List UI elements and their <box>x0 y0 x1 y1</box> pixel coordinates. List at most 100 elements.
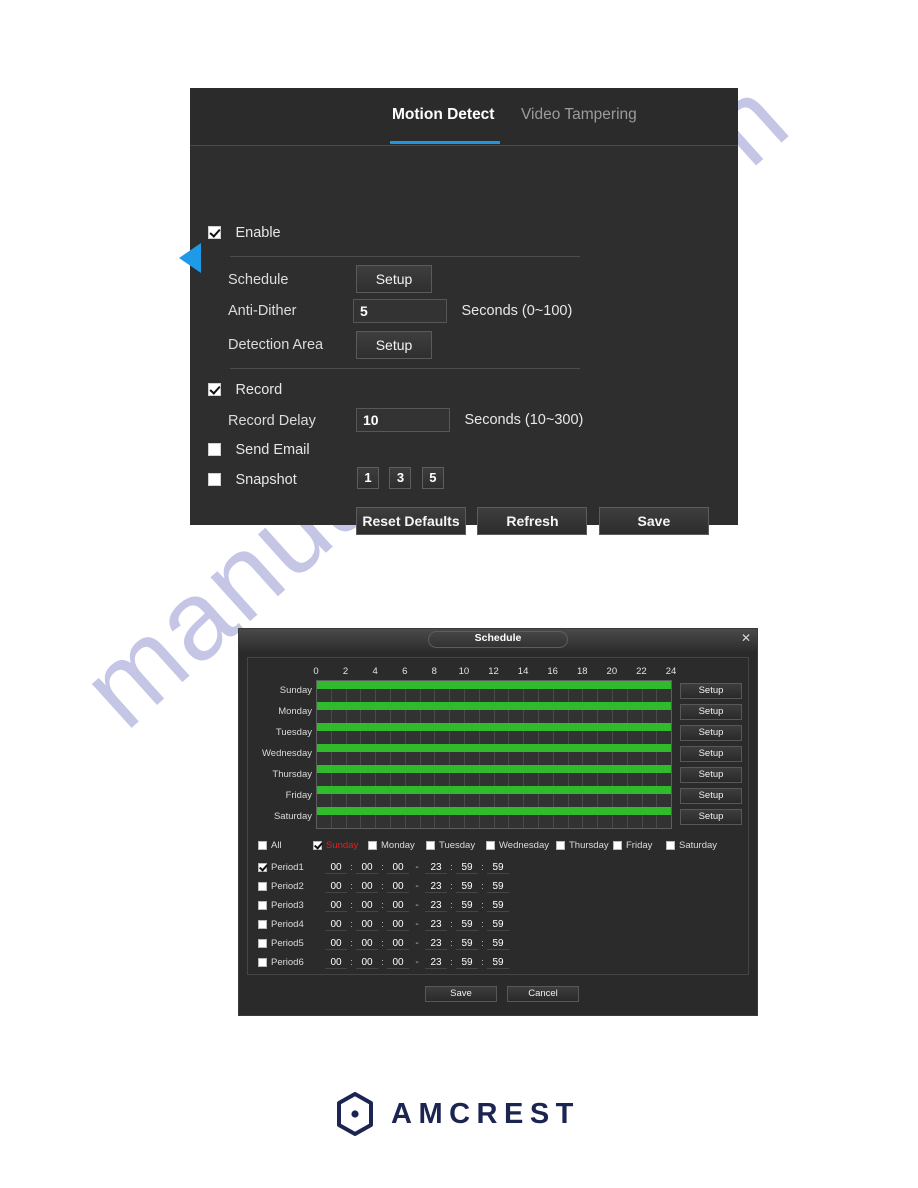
schedule-hour-cell[interactable] <box>331 752 347 765</box>
schedule-hour-cell[interactable] <box>524 731 539 744</box>
record-checkbox[interactable] <box>208 383 221 397</box>
schedule-hour-cell[interactable] <box>450 710 465 723</box>
snapshot-checkbox[interactable] <box>208 473 221 487</box>
schedule-hour-cell[interactable] <box>657 731 672 744</box>
schedule-hour-cell[interactable] <box>598 773 613 786</box>
anti-dither-input[interactable]: 5 <box>353 299 447 323</box>
schedule-hour-cell[interactable] <box>464 710 480 723</box>
schedule-hour-cell[interactable] <box>317 752 332 765</box>
schedule-hour-cell[interactable] <box>627 710 643 723</box>
snapshot-option-3[interactable]: 3 <box>389 467 412 489</box>
schedule-hour-cell[interactable] <box>612 710 628 723</box>
day-filter-checkbox-all[interactable]: All <box>258 840 282 851</box>
day-setup-button[interactable]: Setup <box>680 788 742 804</box>
schedule-hour-cell[interactable] <box>657 794 672 807</box>
schedule-setup-button[interactable]: Setup <box>356 265 432 293</box>
period-start-minute[interactable]: 00 <box>356 881 378 893</box>
schedule-hour-cell[interactable] <box>568 773 584 786</box>
period-end-second[interactable]: 59 <box>487 919 509 931</box>
period-checkbox[interactable] <box>258 901 267 911</box>
schedule-hour-cell[interactable] <box>509 794 525 807</box>
schedule-hour-cell[interactable] <box>568 815 584 828</box>
schedule-hour-cell[interactable] <box>612 689 628 702</box>
schedule-hour-cell[interactable] <box>538 794 554 807</box>
schedule-hour-cells[interactable] <box>317 731 672 744</box>
period-checkbox[interactable] <box>258 863 267 873</box>
checkbox[interactable] <box>613 841 622 850</box>
schedule-hour-cell[interactable] <box>657 773 672 786</box>
period-end-second[interactable]: 59 <box>487 938 509 950</box>
checkbox[interactable] <box>486 841 495 850</box>
period-end-minute[interactable]: 59 <box>456 957 478 969</box>
period-end-minute[interactable]: 59 <box>456 938 478 950</box>
schedule-hour-cell[interactable] <box>657 710 672 723</box>
schedule-hour-cell[interactable] <box>464 731 480 744</box>
schedule-hour-cell[interactable] <box>405 794 421 807</box>
schedule-hour-cell[interactable] <box>346 773 362 786</box>
schedule-hour-cell[interactable] <box>317 731 332 744</box>
schedule-hour-cell[interactable] <box>568 689 584 702</box>
period-start-hour[interactable]: 00 <box>325 881 347 893</box>
schedule-hour-cell[interactable] <box>598 815 613 828</box>
schedule-hour-cell[interactable] <box>524 773 539 786</box>
schedule-hour-cell[interactable] <box>479 731 495 744</box>
schedule-hour-cells[interactable] <box>317 710 672 723</box>
day-setup-button[interactable]: Setup <box>680 809 742 825</box>
schedule-hour-cell[interactable] <box>583 752 599 765</box>
day-filter-checkbox-friday[interactable]: Friday <box>613 840 652 851</box>
schedule-hour-cell[interactable] <box>583 731 599 744</box>
checkbox[interactable] <box>313 841 322 850</box>
schedule-hour-cell[interactable] <box>553 689 569 702</box>
schedule-hour-cell[interactable] <box>583 710 599 723</box>
save-button[interactable]: Save <box>598 507 709 535</box>
schedule-hour-cell[interactable] <box>553 773 569 786</box>
schedule-hour-cell[interactable] <box>479 794 495 807</box>
schedule-hour-cell[interactable] <box>435 731 451 744</box>
schedule-hour-cell[interactable] <box>598 689 613 702</box>
schedule-hour-cell[interactable] <box>464 773 480 786</box>
period-end-hour[interactable]: 23 <box>425 862 447 874</box>
schedule-hour-cell[interactable] <box>494 794 510 807</box>
period-end-second[interactable]: 59 <box>487 900 509 912</box>
schedule-hour-cell[interactable] <box>405 815 421 828</box>
schedule-hour-cell[interactable] <box>657 689 672 702</box>
schedule-hour-cell[interactable] <box>435 773 451 786</box>
period-checkbox[interactable] <box>258 939 267 949</box>
period-start-hour[interactable]: 00 <box>325 919 347 931</box>
schedule-hour-cell[interactable] <box>420 815 436 828</box>
period-start-hour[interactable]: 00 <box>325 957 347 969</box>
day-filter-checkbox-saturday[interactable]: Saturday <box>666 840 717 851</box>
schedule-hour-cell[interactable] <box>450 815 465 828</box>
schedule-hour-cell[interactable] <box>509 710 525 723</box>
day-setup-button[interactable]: Setup <box>680 704 742 720</box>
schedule-hour-cell[interactable] <box>317 710 332 723</box>
schedule-hour-cell[interactable] <box>568 731 584 744</box>
schedule-hour-cell[interactable] <box>538 689 554 702</box>
schedule-hour-cell[interactable] <box>317 689 332 702</box>
schedule-hour-cell[interactable] <box>376 752 391 765</box>
period-start-second[interactable]: 00 <box>387 900 409 912</box>
schedule-hour-cell[interactable] <box>568 752 584 765</box>
schedule-hour-cell[interactable] <box>627 752 643 765</box>
schedule-hour-cell[interactable] <box>627 815 643 828</box>
period-start-second[interactable]: 00 <box>387 881 409 893</box>
snapshot-option-5[interactable]: 5 <box>421 467 444 489</box>
schedule-hour-cell[interactable] <box>583 689 599 702</box>
schedule-hour-cell[interactable] <box>642 815 658 828</box>
period-checkbox[interactable] <box>258 958 267 968</box>
checkbox[interactable] <box>666 841 675 850</box>
period-end-hour[interactable]: 23 <box>425 900 447 912</box>
schedule-hour-cell[interactable] <box>420 794 436 807</box>
day-filter-checkbox-wednesday[interactable]: Wednesday <box>486 840 549 851</box>
enable-row[interactable]: Enable <box>208 224 281 242</box>
schedule-hour-cell[interactable] <box>583 815 599 828</box>
schedule-hour-cell[interactable] <box>361 794 377 807</box>
schedule-hour-cell[interactable] <box>331 689 347 702</box>
period-start-minute[interactable]: 00 <box>356 957 378 969</box>
tab-motion-detect[interactable]: Motion Detect <box>392 106 494 124</box>
schedule-hour-cells[interactable] <box>317 815 672 828</box>
schedule-hour-cell[interactable] <box>642 794 658 807</box>
schedule-hour-cell[interactable] <box>331 710 347 723</box>
schedule-hour-cell[interactable] <box>642 710 658 723</box>
schedule-hour-cell[interactable] <box>598 794 613 807</box>
